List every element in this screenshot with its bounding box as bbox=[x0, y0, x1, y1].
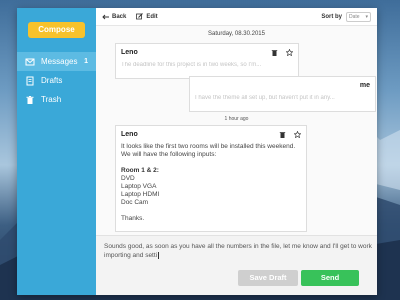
chevron-down-icon: ▾ bbox=[365, 13, 368, 20]
message-intro: It looks like the first two rooms will b… bbox=[121, 143, 296, 158]
mail-window: Compose Messages 1 Drafts Trash Back Edi… bbox=[17, 8, 377, 295]
message-list-item: Laptop VGA bbox=[121, 183, 157, 190]
message-list-item: DVD bbox=[121, 175, 135, 182]
save-draft-button[interactable]: Save Draft bbox=[238, 270, 298, 286]
unread-count-badge: 1 bbox=[84, 58, 88, 65]
sort-value: Date bbox=[349, 13, 360, 20]
trash-icon[interactable] bbox=[271, 43, 278, 61]
message-list-item: Doc Cam bbox=[121, 199, 149, 206]
message-heading: Room 1 & 2: bbox=[121, 167, 159, 174]
document-icon bbox=[25, 76, 35, 86]
reply-input[interactable]: Sounds good, as soon as you have all the… bbox=[104, 242, 374, 260]
message-preview: The deadline for this project is in two … bbox=[121, 62, 262, 68]
send-button[interactable]: Send bbox=[301, 270, 359, 286]
reply-composer: Sounds good, as soon as you have all the… bbox=[96, 235, 377, 295]
back-button[interactable]: Back bbox=[102, 14, 126, 20]
message-sender: Leno bbox=[121, 130, 138, 138]
back-label: Back bbox=[112, 13, 127, 20]
sidebar-item-label: Trash bbox=[41, 95, 62, 104]
message-body: It looks like the first two rooms will b… bbox=[121, 143, 301, 223]
arrow-left-icon bbox=[102, 14, 109, 19]
toolbar: Back Edit Sort by Date ▾ bbox=[96, 8, 377, 26]
sidebar: Compose Messages 1 Drafts Trash bbox=[17, 8, 96, 295]
message-list-item: Laptop HDMI bbox=[121, 191, 160, 198]
trash-icon[interactable] bbox=[279, 125, 286, 143]
sort-select[interactable]: Date ▾ bbox=[346, 11, 371, 22]
reply-text: Sounds good, as soon as you have all the… bbox=[104, 243, 372, 259]
message-closing: Thanks. bbox=[121, 215, 145, 222]
date-separator: Saturday, 08.30.2015 bbox=[208, 31, 265, 37]
message-sender: me bbox=[359, 81, 370, 89]
edit-label: Edit bbox=[146, 13, 158, 20]
sidebar-item-trash[interactable]: Trash bbox=[17, 90, 96, 109]
edit-button[interactable]: Edit bbox=[136, 13, 158, 20]
time-separator: 1 hour ago bbox=[224, 116, 249, 122]
message-card-expanded[interactable]: Leno It looks like the first two rooms w… bbox=[115, 125, 307, 232]
sidebar-item-messages[interactable]: Messages 1 bbox=[17, 52, 96, 71]
message-sender: Leno bbox=[121, 48, 138, 56]
sidebar-item-drafts[interactable]: Drafts bbox=[17, 71, 96, 90]
trash-icon bbox=[25, 95, 35, 105]
envelope-icon bbox=[25, 57, 35, 67]
text-cursor bbox=[158, 251, 160, 259]
sidebar-item-label: Messages bbox=[41, 57, 78, 66]
conversation-pane: Back Edit Sort by Date ▾ Saturday, 08.30… bbox=[96, 8, 377, 295]
message-preview: I have the theme all set up, but haven't… bbox=[195, 95, 335, 101]
message-card[interactable]: me I have the theme all set up, but have… bbox=[189, 76, 376, 112]
star-icon[interactable] bbox=[285, 43, 294, 61]
sidebar-item-label: Drafts bbox=[41, 76, 63, 85]
sort-label: Sort by bbox=[321, 13, 342, 20]
pencil-icon bbox=[136, 13, 144, 20]
star-icon[interactable] bbox=[293, 125, 302, 143]
message-card[interactable]: Leno The deadline for this project is in… bbox=[115, 43, 299, 79]
compose-button[interactable]: Compose bbox=[28, 22, 85, 38]
